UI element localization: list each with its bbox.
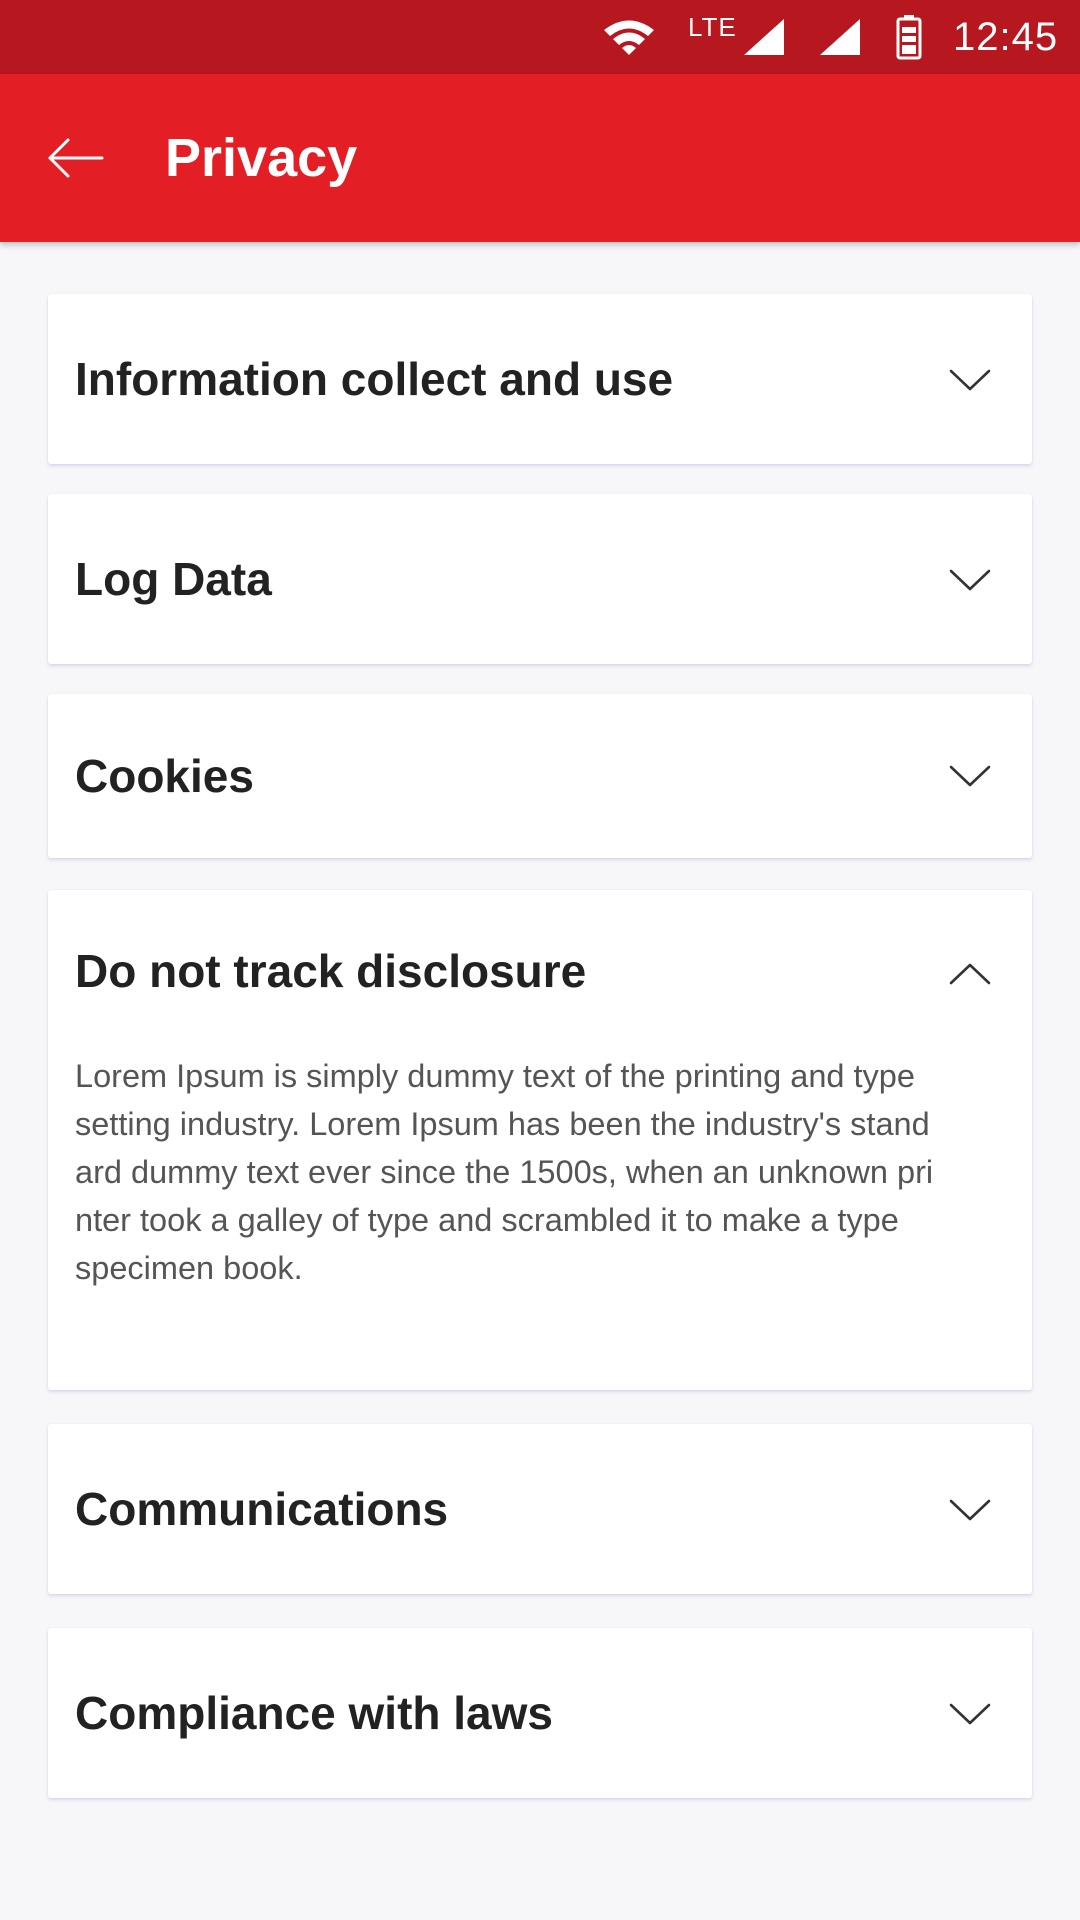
cell-signal-icon — [742, 0, 786, 74]
chevron-down-icon — [949, 569, 991, 591]
accordion-title: Compliance with laws — [75, 1687, 553, 1739]
accordion-title: Communications — [75, 1483, 449, 1535]
chevron-up-icon — [949, 963, 991, 985]
accordion-title: Do not track disclosure — [75, 945, 587, 997]
accordion-item-log-data: Log Data — [48, 494, 1032, 664]
accordion-header[interactable]: Log Data — [48, 494, 1032, 664]
accordion-title: Cookies — [75, 750, 254, 802]
accordion-header[interactable]: Cookies — [48, 694, 1032, 858]
back-button[interactable] — [36, 124, 114, 192]
chevron-down-icon — [949, 1703, 991, 1725]
accordion-item-information-collect-and-use: Information collect and use — [48, 294, 1032, 464]
chevron-down-icon — [949, 765, 991, 787]
accordion-header[interactable]: Communications — [48, 1424, 1032, 1594]
accordion-body-text: Lorem Ipsum is simply dummy text of the … — [75, 1058, 934, 1286]
chevron-down-icon — [949, 369, 991, 391]
accordion-item-do-not-track-disclosure: Do not track disclosure Lorem Ipsum is s… — [48, 890, 1032, 1390]
page-title: Privacy — [165, 128, 358, 188]
clock: 12:45 — [953, 14, 1059, 59]
battery-icon — [896, 0, 922, 74]
chevron-down-icon — [949, 1499, 991, 1521]
accordion-header[interactable]: Do not track disclosure — [48, 890, 1032, 1052]
network-type-label: LTE — [688, 11, 737, 42]
accordion-header[interactable]: Information collect and use — [48, 294, 1032, 464]
accordion-title: Information collect and use — [75, 353, 674, 405]
wifi-icon — [602, 0, 656, 74]
app-bar: Privacy — [0, 74, 1080, 242]
accordion-header[interactable]: Compliance with laws — [48, 1628, 1032, 1798]
accordion-item-communications: Communications — [48, 1424, 1032, 1594]
accordion-item-cookies: Cookies — [48, 694, 1032, 858]
cell-signal-icon — [818, 0, 862, 74]
accordion-item-compliance-with-laws: Compliance with laws — [48, 1628, 1032, 1798]
status-bar: LTE 12:45 — [0, 0, 1080, 74]
arrow-left-icon — [48, 138, 104, 178]
accordion-title: Log Data — [75, 553, 272, 605]
